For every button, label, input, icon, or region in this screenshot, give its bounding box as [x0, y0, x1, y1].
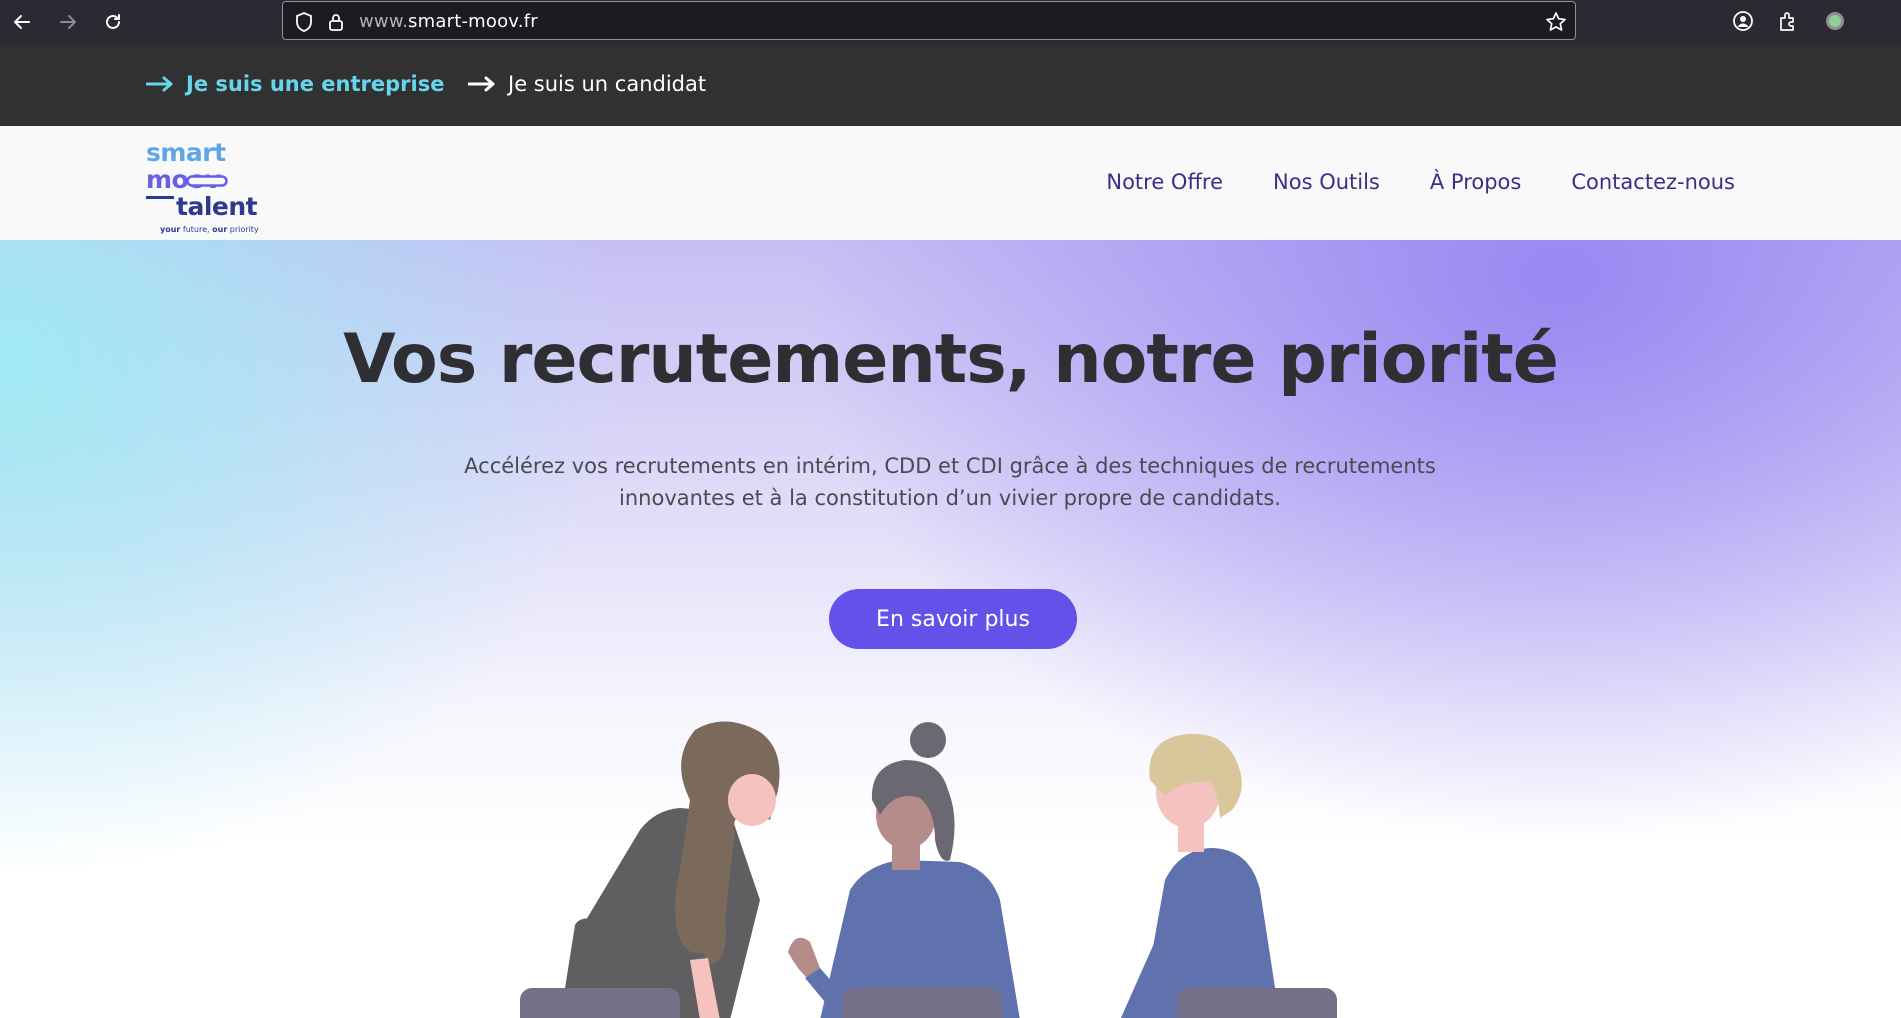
logo-pill-icon [186, 175, 228, 187]
person-middle-illustration [788, 722, 1020, 1018]
arrow-right-icon [468, 76, 495, 92]
hero-subtitle: Accélérez vos recrutements en intérim, C… [430, 450, 1470, 514]
forward-arrow-icon[interactable] [54, 8, 82, 36]
lock-icon[interactable] [325, 11, 347, 33]
hero-section: Vos recrutements, notre priorité Accélér… [0, 240, 1901, 1018]
en-savoir-plus-button[interactable]: En savoir plus [829, 589, 1077, 649]
shield-icon[interactable] [293, 11, 315, 33]
logo[interactable]: smart moov talent your future, our prior… [146, 138, 266, 234]
audience-bar: Je suis une entreprise Je suis un candid… [0, 45, 1901, 126]
logo-tagline: your future, our priority [160, 225, 259, 234]
logo-tag-future: future, [180, 225, 213, 234]
person-left-illustration [560, 721, 780, 1018]
candidate-link[interactable]: Je suis un candidat [468, 72, 706, 96]
browser-toolbar: www.smart-moov.fr [0, 0, 1901, 45]
address-bar[interactable]: www.smart-moov.fr [282, 1, 1576, 40]
account-icon[interactable] [1731, 9, 1755, 33]
company-link-label: Je suis une entreprise [186, 72, 445, 96]
main-nav: Notre Offre Nos Outils À Propos Contacte… [1106, 170, 1735, 194]
logo-tag-priority: priority [227, 225, 259, 234]
hero-title: Vos recrutements, notre priorité [343, 320, 1559, 399]
extensions-icon[interactable] [1776, 9, 1800, 33]
logo-tag-your: your [160, 225, 181, 234]
chair-left [520, 988, 680, 1018]
logo-talent-text: talent [176, 192, 258, 221]
arrow-right-icon [146, 76, 173, 92]
hero-subtitle-line-2: innovantes et à la constitution d’un viv… [619, 486, 1281, 510]
url-domain: smart-moov.fr [408, 11, 538, 32]
logo-tag-our: our [212, 225, 228, 234]
url-prefix: www. [359, 11, 409, 32]
person-right-illustration [1120, 733, 1280, 1018]
chair-right [1177, 988, 1337, 1018]
logo-line-talent: talent [146, 193, 266, 220]
company-link[interactable]: Je suis une entreprise [146, 72, 444, 96]
nav-notre-offre[interactable]: Notre Offre [1106, 170, 1223, 194]
url-text[interactable]: www.smart-moov.fr [359, 11, 538, 32]
chair-middle [842, 988, 1002, 1018]
nav-contactez-nous[interactable]: Contactez-nous [1571, 170, 1735, 194]
team-meeting-illustration [520, 721, 1337, 1018]
logo-line-moov: moov [146, 166, 266, 193]
nav-nos-outils[interactable]: Nos Outils [1273, 170, 1380, 194]
nav-a-propos[interactable]: À Propos [1430, 170, 1521, 194]
logo-line-smart: smart [146, 138, 226, 167]
back-arrow-icon[interactable] [8, 8, 36, 36]
star-icon[interactable] [1545, 11, 1567, 33]
logo-underline-icon [146, 196, 174, 199]
site-header: smart moov talent your future, our prior… [0, 126, 1901, 240]
candidate-link-label: Je suis un candidat [508, 72, 707, 96]
hero-subtitle-line-1: Accélérez vos recrutements en intérim, C… [464, 454, 1436, 478]
profile-dot-icon[interactable] [1823, 9, 1847, 33]
reload-icon[interactable] [99, 8, 127, 36]
